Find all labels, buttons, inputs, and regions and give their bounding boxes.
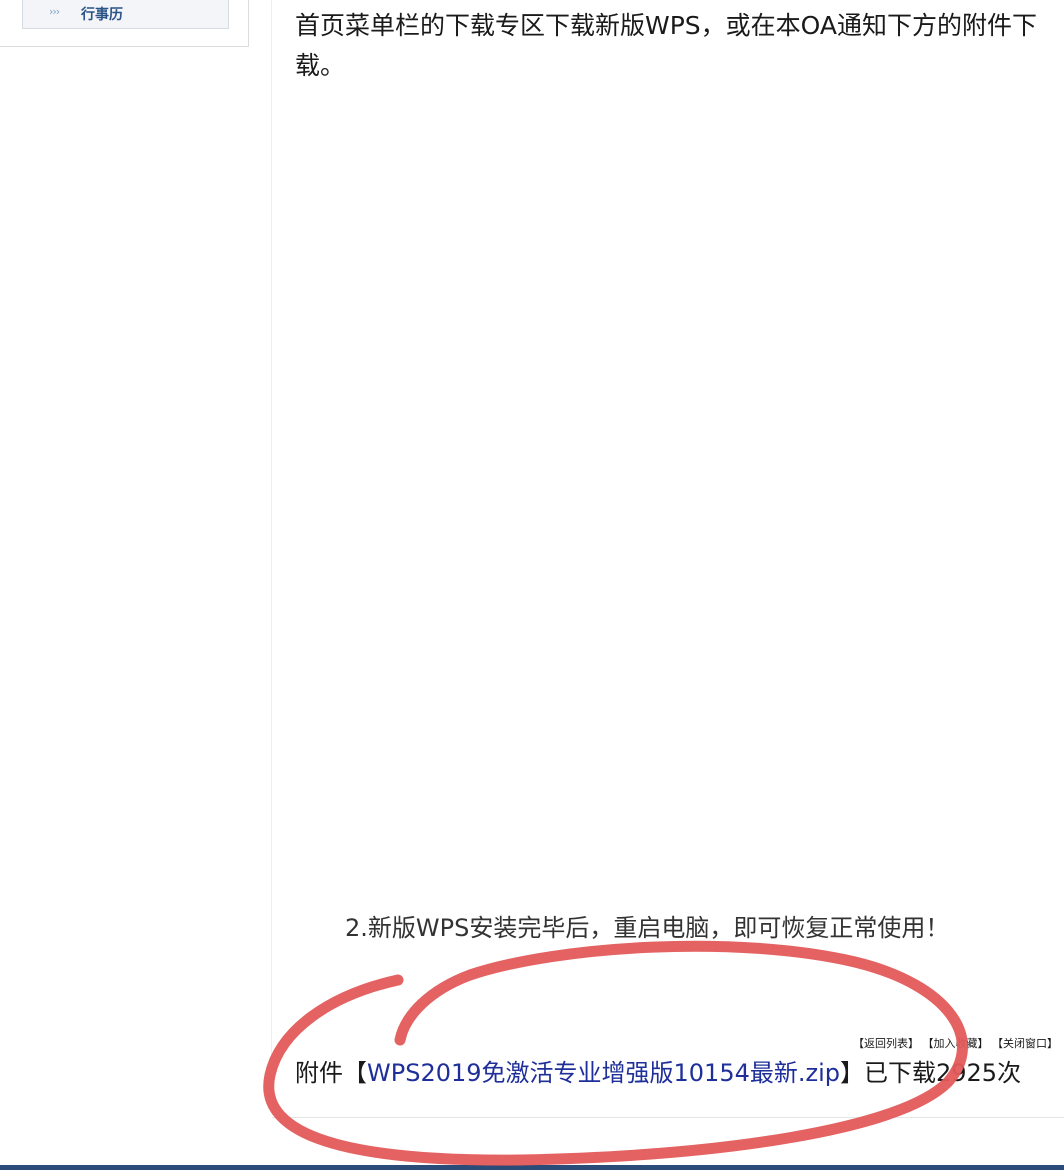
content-divider (271, 0, 272, 1110)
sidebar-item-label: 行事历 (81, 7, 123, 23)
sidebar-item-calendar[interactable]: ››› 行事历 (22, 0, 229, 29)
attachment-download-count: 】已下载2925次 (840, 1059, 1022, 1087)
sidebar: ››› 行事历 (0, 0, 249, 47)
footer-bar (0, 1165, 1064, 1170)
attachment-download-link[interactable]: WPS2019免激活专业增强版10154最新.zip (367, 1059, 840, 1087)
content-bottom-rule (272, 1117, 1064, 1118)
attachment-prefix: 附件【 (295, 1059, 367, 1087)
notice-paragraph-1: 首页菜单栏的下载专区下载新版WPS，或在本OA通知下方的附件下载。 (295, 11, 1038, 80)
add-favorite-link[interactable]: 【加入收藏】 (923, 1037, 989, 1050)
arrow-bullet-icon: ››› (49, 5, 60, 18)
back-to-list-link[interactable]: 【返回列表】 (853, 1037, 919, 1050)
notice-paragraph-2: 2.新版WPS安装完毕后，重启电脑，即可恢复正常使用！ (345, 914, 950, 942)
red-circle-annotation (263, 940, 968, 1166)
close-window-link[interactable]: 【关闭窗口】 (992, 1037, 1058, 1050)
attachment-line: 附件【WPS2019免激活专业增强版10154最新.zip】已下载2925次 (295, 1053, 1021, 1093)
article-actions: 【返回列表】 【加入收藏】 【关闭窗口】 (853, 1035, 1058, 1051)
